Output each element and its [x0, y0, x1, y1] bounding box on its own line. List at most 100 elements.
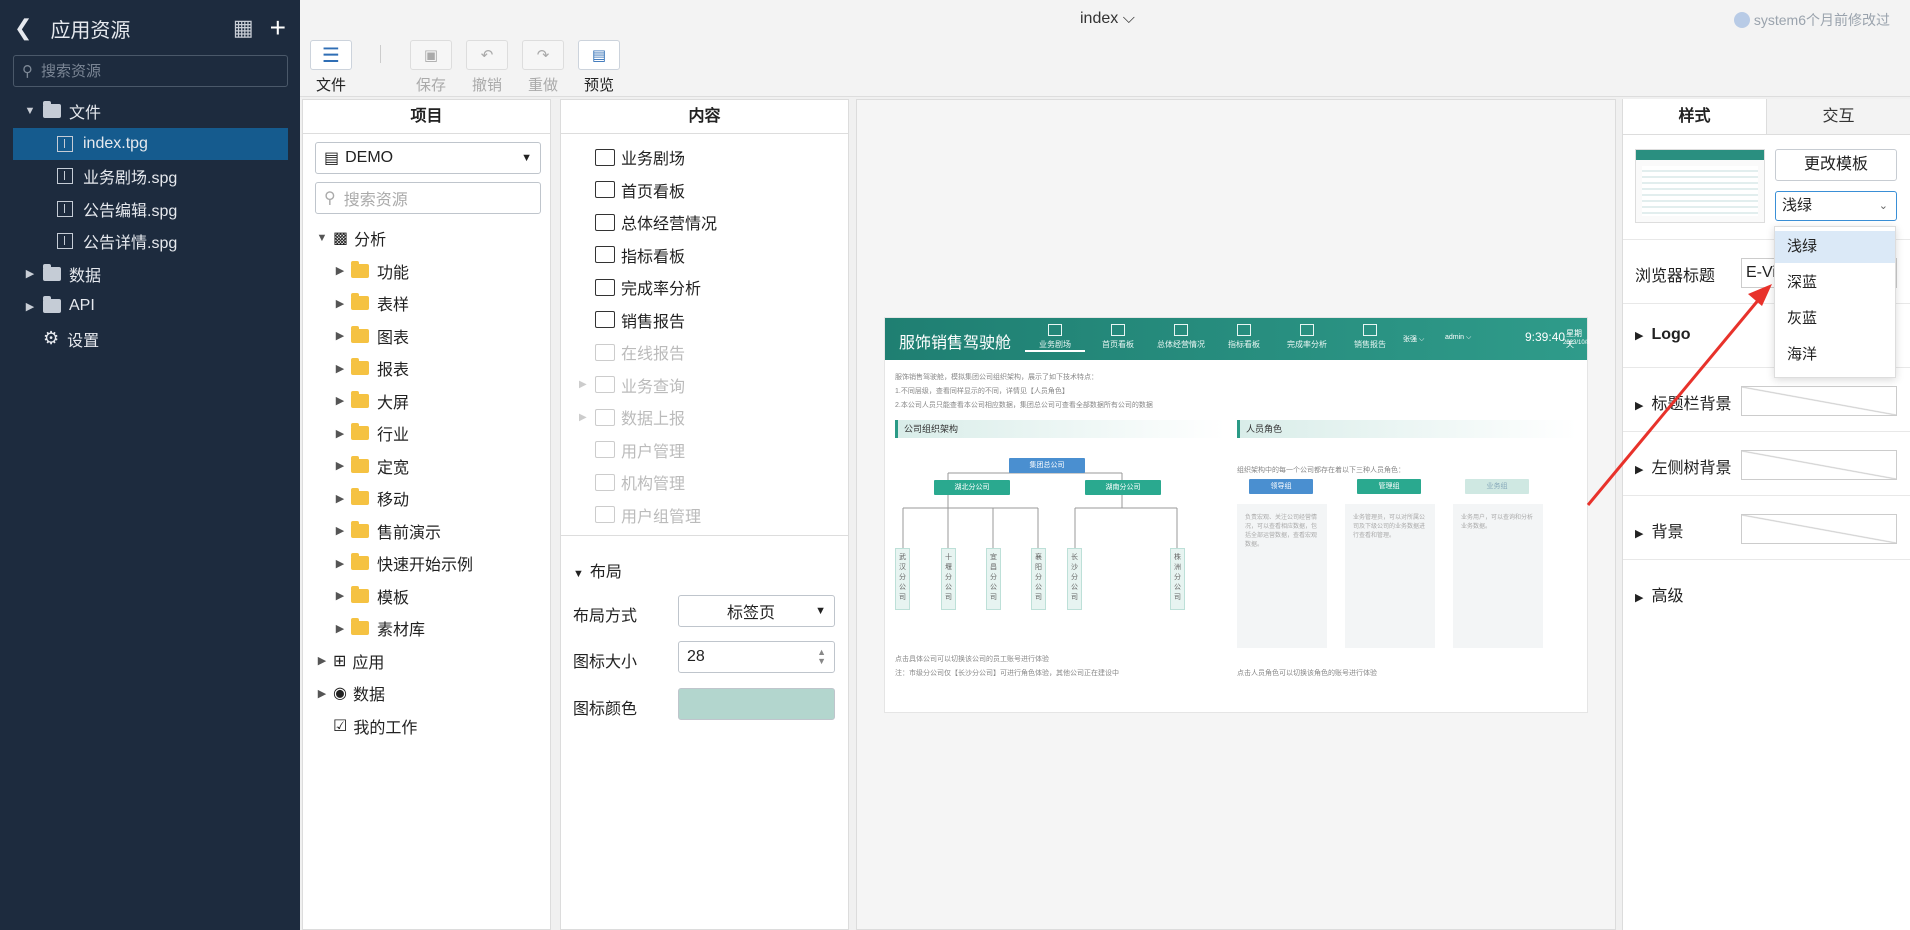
tab-interaction[interactable]: 交互: [1767, 99, 1910, 134]
stepper-arrows-icon[interactable]: ▲ ▼: [817, 648, 826, 666]
chevron-right-icon[interactable]: ▶: [315, 687, 329, 700]
tree-item-api[interactable]: ▶ API: [13, 290, 288, 323]
document-title[interactable]: index ⌵: [1080, 10, 1135, 28]
tree-item-app[interactable]: ▶ ⊞ 应用: [315, 645, 545, 678]
chevron-right-icon[interactable]: ▶: [333, 622, 347, 635]
org-node-l1[interactable]: 湖南分公司: [1085, 480, 1161, 495]
add-icon[interactable]: +: [270, 12, 286, 44]
file-button[interactable]: ☰ 文件: [308, 40, 354, 95]
tree-item-index[interactable]: index.tpg: [13, 127, 288, 160]
project-select[interactable]: ▤ DEMO ▼: [315, 142, 541, 174]
preview-button[interactable]: ▤ 预览: [576, 40, 622, 95]
back-icon[interactable]: ❮: [14, 15, 32, 41]
chevron-down-icon[interactable]: ▼: [23, 105, 37, 117]
chevron-right-icon[interactable]: ▶: [315, 654, 329, 667]
layout-section-header[interactable]: ▼ 布局: [573, 558, 622, 582]
tree-item-business-theater[interactable]: 业务剧场.spg: [13, 160, 288, 193]
background-row[interactable]: ▶ 背景: [1623, 495, 1910, 559]
redo-button[interactable]: ↷ 重做: [520, 40, 566, 95]
org-node-l2[interactable]: 长沙分公司: [1067, 548, 1082, 610]
content-item[interactable]: 用户组管理: [595, 499, 835, 532]
background-picker[interactable]: [1741, 514, 1897, 544]
undo-button[interactable]: ↶ 撤销: [464, 40, 510, 95]
tree-item-folder[interactable]: ▶ 售前演示: [315, 515, 545, 548]
theme-option[interactable]: 浅绿: [1775, 231, 1895, 263]
content-item[interactable]: 总体经营情况: [595, 206, 835, 239]
org-node-root[interactable]: 集团总公司: [1009, 458, 1085, 473]
tree-item-data[interactable]: ▶ 数据: [13, 258, 288, 291]
chevron-right-icon[interactable]: ▶: [333, 589, 347, 602]
preview-foot-note: 点击具体公司可以切换该公司的员工账号进行体验: [895, 656, 1049, 663]
sidebar-search-input[interactable]: [41, 62, 261, 80]
org-node-l2[interactable]: 武汉分公司: [895, 548, 910, 610]
advanced-row[interactable]: ▶ 高级: [1623, 559, 1910, 623]
layout-mode-select[interactable]: 标签页 ▼: [678, 595, 835, 627]
tree-item-folder[interactable]: ▶ 素材库: [315, 612, 545, 645]
tree-item-folder[interactable]: ▶ 移动: [315, 482, 545, 515]
org-node-l2[interactable]: 株洲分公司: [1170, 548, 1185, 610]
org-node-l1[interactable]: 湖北分公司: [934, 480, 1010, 495]
org-node-l2[interactable]: 十堰分公司: [941, 548, 956, 610]
content-item[interactable]: 用户管理: [595, 434, 835, 467]
tree-item-notice-detail[interactable]: 公告详情.spg: [13, 225, 288, 258]
org-node-l2[interactable]: 宜昌分公司: [986, 548, 1001, 610]
chevron-right-icon[interactable]: ▶: [333, 264, 347, 277]
role-leader[interactable]: 领导组: [1249, 479, 1313, 494]
project-search[interactable]: ⚲ 搜索资源: [315, 182, 541, 214]
chevron-right-icon[interactable]: ▶: [333, 459, 347, 472]
save-button[interactable]: ▣ 保存: [408, 40, 454, 95]
content-item[interactable]: 业务剧场: [595, 141, 835, 174]
tree-item-data[interactable]: ▶ ◉ 数据: [315, 677, 545, 710]
role-business[interactable]: 业务组: [1465, 479, 1529, 494]
tree-item-folder[interactable]: ▶ 定宽: [315, 450, 545, 483]
theme-option[interactable]: 灰蓝: [1775, 303, 1895, 335]
content-item[interactable]: 机构管理: [595, 466, 835, 499]
titlebar-bg-picker[interactable]: [1741, 386, 1897, 416]
content-item[interactable]: ▶ 数据上报: [579, 401, 835, 434]
chevron-right-icon[interactable]: ▶: [333, 524, 347, 537]
tree-item-folder[interactable]: ▶ 功能: [315, 255, 545, 288]
content-item[interactable]: 销售报告: [595, 304, 835, 337]
chevron-right-icon[interactable]: ▶: [333, 492, 347, 505]
theme-select[interactable]: 浅绿 ⌄: [1775, 191, 1897, 221]
tree-item-analysis[interactable]: ▼ ▩ 分析: [315, 222, 545, 255]
tree-item-files[interactable]: ▼ 文件: [13, 95, 288, 128]
tab-style[interactable]: 样式: [1623, 99, 1767, 134]
tree-item-folder[interactable]: ▶ 报表: [315, 352, 545, 385]
tree-item-folder[interactable]: ▶ 行业: [315, 417, 545, 450]
tree-item-settings[interactable]: ⚙ 设置: [13, 323, 288, 356]
tree-item-notice-edit[interactable]: 公告编辑.spg: [13, 193, 288, 226]
change-template-button[interactable]: 更改模板: [1775, 149, 1897, 181]
sidebar-search[interactable]: ⚲: [13, 55, 288, 87]
tree-item-folder[interactable]: ▶ 大屏: [315, 385, 545, 418]
tree-item-my-work[interactable]: ☑ 我的工作: [315, 710, 545, 743]
tree-item-folder[interactable]: ▶ 快速开始示例: [315, 547, 545, 580]
chevron-right-icon[interactable]: ▶: [333, 557, 347, 570]
template-preview[interactable]: 服饰销售驾驶舱 业务剧场 首页看板 总体经营情况 指标看板 完成率分析 销售报告 张强 ⌵…: [884, 317, 1590, 713]
org-node-l2[interactable]: 襄阳分公司: [1031, 548, 1046, 610]
chevron-right-icon[interactable]: ▶: [333, 329, 347, 342]
content-item[interactable]: 完成率分析: [595, 271, 835, 304]
theme-option[interactable]: 海洋: [1775, 339, 1895, 371]
left-tree-bg-picker[interactable]: [1741, 450, 1897, 480]
role-manager[interactable]: 管理组: [1357, 479, 1421, 494]
tree-item-folder[interactable]: ▶ 模板: [315, 580, 545, 613]
tree-item-folder[interactable]: ▶ 表样: [315, 287, 545, 320]
save-resource-icon[interactable]: ▦: [233, 15, 254, 41]
content-item[interactable]: 指标看板: [595, 239, 835, 272]
chevron-right-icon[interactable]: ▶: [23, 300, 37, 313]
chevron-right-icon[interactable]: ▶: [333, 394, 347, 407]
left-tree-bg-row[interactable]: ▶ 左侧树背景: [1623, 431, 1910, 495]
chevron-right-icon[interactable]: ▶: [333, 427, 347, 440]
icon-size-stepper[interactable]: 28 ▲ ▼: [678, 641, 835, 673]
icon-color-picker[interactable]: [678, 688, 835, 720]
chevron-right-icon[interactable]: ▶: [23, 267, 37, 280]
content-item[interactable]: 首页看板: [595, 174, 835, 207]
theme-option[interactable]: 深蓝: [1775, 267, 1895, 299]
chevron-right-icon[interactable]: ▶: [333, 297, 347, 310]
content-item[interactable]: 在线报告: [595, 336, 835, 369]
tree-item-folder[interactable]: ▶ 图表: [315, 320, 545, 353]
chevron-down-icon[interactable]: ▼: [315, 232, 329, 244]
content-item[interactable]: ▶ 业务查询: [579, 369, 835, 402]
chevron-right-icon[interactable]: ▶: [333, 362, 347, 375]
